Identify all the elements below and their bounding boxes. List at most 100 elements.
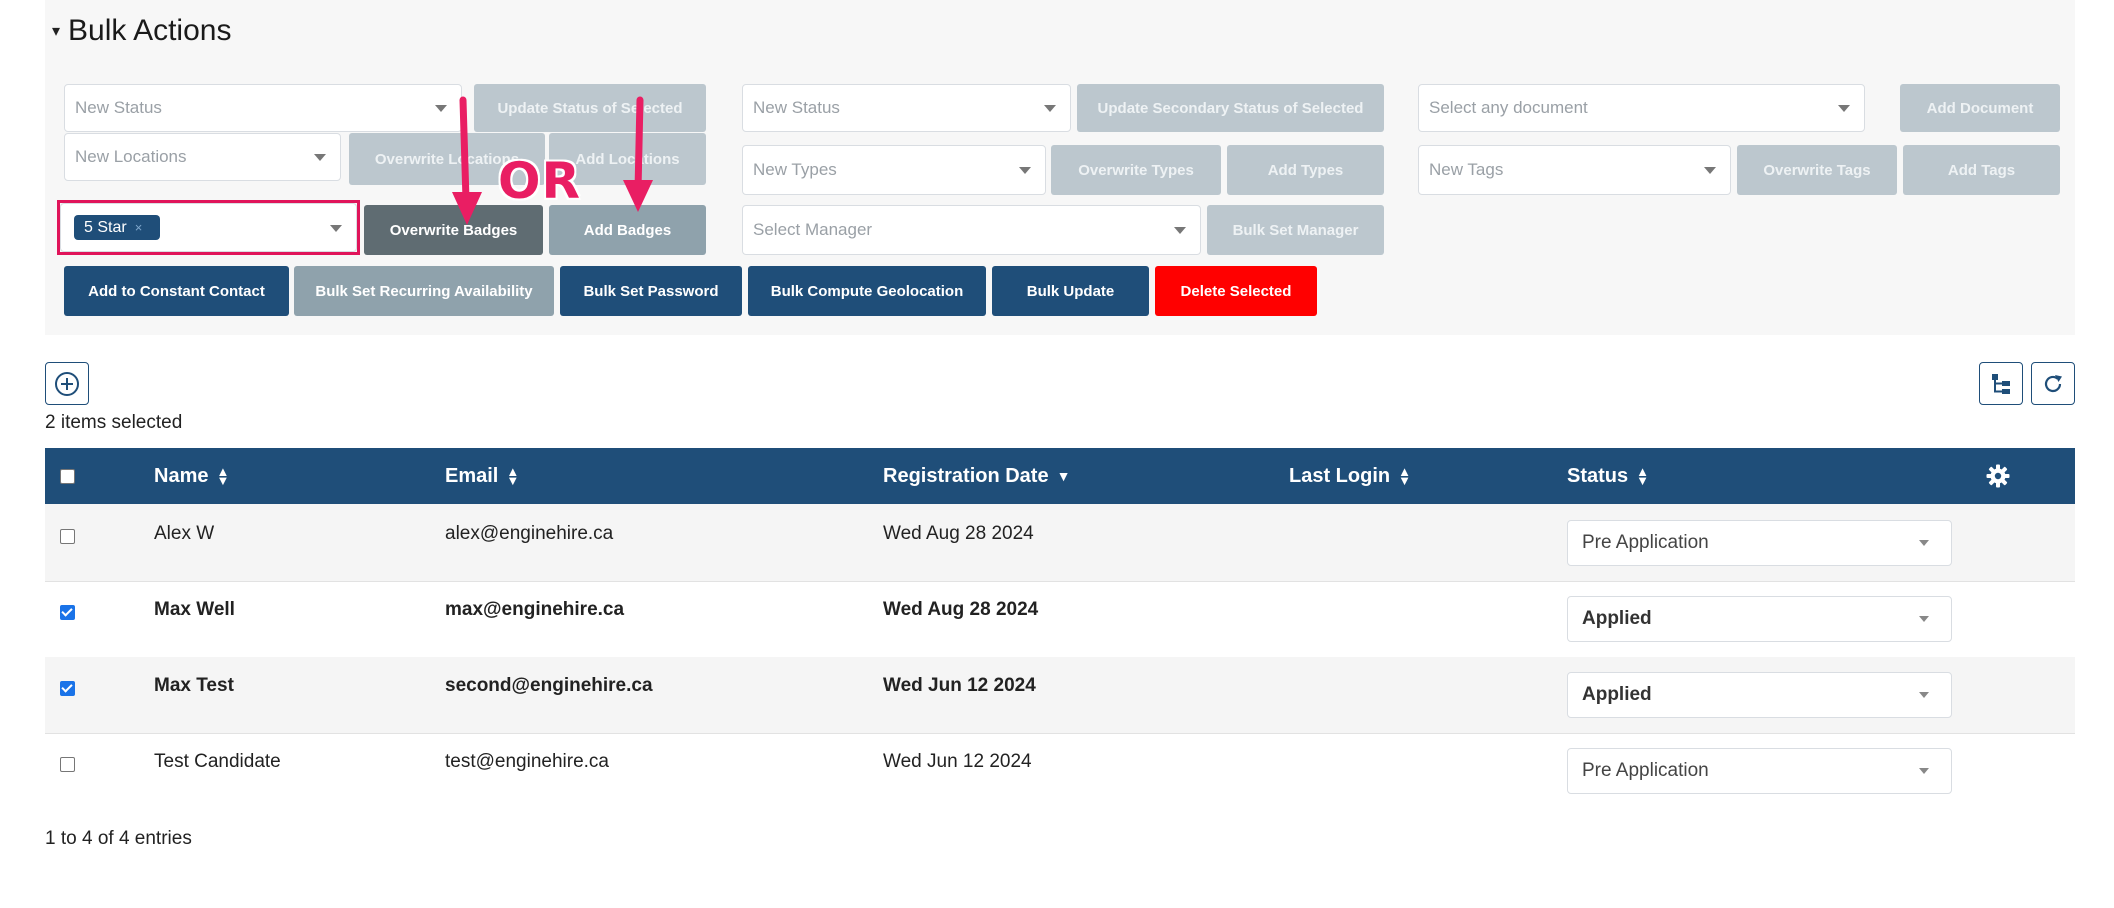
document-placeholder: Select any document — [1429, 98, 1588, 117]
column-last-login[interactable]: Last Login ▲ ▼ — [1289, 448, 1411, 504]
column-registration-date-label: Registration Date — [883, 464, 1049, 487]
new-tags-placeholder: New Tags — [1429, 160, 1504, 179]
add-to-constant-contact-button[interactable]: Add to Constant Contact — [64, 266, 289, 316]
new-locations-select[interactable]: New Locations — [64, 133, 341, 181]
chevron-down-icon — [1019, 167, 1031, 174]
add-button[interactable] — [45, 362, 89, 405]
column-last-login-label: Last Login — [1289, 464, 1391, 487]
bulk-update-button[interactable]: Bulk Update — [992, 266, 1149, 316]
column-settings[interactable] — [1985, 448, 2011, 504]
cell-registration-date: Wed Jun 12 2024 — [883, 675, 1036, 696]
new-locations-placeholder: New Locations — [75, 147, 187, 166]
overwrite-badges-button[interactable]: Overwrite Badges — [364, 205, 543, 255]
column-email-label: Email — [445, 464, 499, 487]
chevron-down-icon — [435, 105, 447, 112]
cell-email: max@enginehire.ca — [445, 599, 625, 620]
status-select[interactable]: Applied — [1567, 596, 1952, 642]
update-secondary-status-button[interactable]: Update Secondary Status of Selected — [1077, 84, 1384, 132]
sort-desc-icon: ▼ — [1056, 468, 1071, 484]
new-types-select[interactable]: New Types — [742, 145, 1046, 195]
column-status[interactable]: Status ▲ ▼ — [1567, 448, 1649, 504]
chevron-down-icon — [1919, 540, 1929, 546]
row-checkbox[interactable] — [60, 757, 75, 772]
status-select[interactable]: Pre Application — [1567, 748, 1952, 794]
status-select[interactable]: Applied — [1567, 672, 1952, 718]
status-value: Applied — [1582, 608, 1652, 629]
row-checkbox[interactable] — [60, 681, 75, 696]
table-row[interactable]: Alex W alex@enginehire.ca Wed Aug 28 202… — [45, 504, 2075, 582]
column-status-label: Status — [1567, 464, 1629, 487]
hierarchy-icon — [1992, 373, 2010, 394]
add-types-button[interactable]: Add Types — [1227, 145, 1384, 195]
bulk-set-manager-button[interactable]: Bulk Set Manager — [1207, 205, 1384, 255]
row-checkbox[interactable] — [60, 529, 75, 544]
column-email[interactable]: Email ▲ ▼ — [445, 448, 519, 504]
select-all-checkbox[interactable] — [60, 468, 75, 484]
selected-count-label: 2 items selected — [45, 412, 183, 433]
chevron-down-icon — [1838, 105, 1850, 112]
delete-selected-button[interactable]: Delete Selected — [1155, 266, 1317, 316]
chevron-down-icon — [1919, 768, 1929, 774]
bulk-actions-title: Bulk Actions — [68, 14, 232, 47]
hierarchy-button[interactable] — [1979, 362, 2023, 405]
cell-name: Max Well — [154, 599, 235, 620]
column-registration-date[interactable]: Registration Date ▼ — [883, 448, 1070, 504]
refresh-button[interactable] — [2031, 362, 2075, 405]
new-status-select[interactable]: New Status — [64, 84, 462, 132]
table-row[interactable]: Max Well max@enginehire.ca Wed Aug 28 20… — [45, 581, 2075, 658]
cell-email: second@enginehire.ca — [445, 675, 653, 696]
sort-icon: ▲ ▼ — [1636, 464, 1649, 488]
new-types-placeholder: New Types — [753, 160, 837, 179]
new-secondary-status-select[interactable]: New Status — [742, 84, 1071, 132]
sort-icon: ▲ ▼ — [1398, 464, 1411, 488]
chevron-down-icon — [1174, 227, 1186, 234]
bulk-set-recurring-availability-button[interactable]: Bulk Set Recurring Availability — [294, 266, 554, 316]
chevron-down-icon — [314, 154, 326, 161]
table-header: Name ▲ ▼ Email ▲ ▼ Registration Date ▼ Las… — [45, 448, 2075, 504]
sort-icon: ▲ ▼ — [506, 464, 520, 488]
gear-icon — [1986, 464, 2010, 488]
overwrite-types-button[interactable]: Overwrite Types — [1051, 145, 1221, 195]
add-badges-button[interactable]: Add Badges — [549, 205, 706, 255]
column-name[interactable]: Name ▲ ▼ — [154, 448, 229, 504]
status-select[interactable]: Pre Application — [1567, 520, 1952, 566]
add-tags-button[interactable]: Add Tags — [1903, 145, 2060, 195]
plus-circle-icon — [55, 371, 79, 396]
cell-email: alex@enginehire.ca — [445, 523, 614, 544]
bulk-compute-geolocation-button[interactable]: Bulk Compute Geolocation — [748, 266, 986, 316]
chevron-down-icon — [1704, 167, 1716, 174]
add-document-button[interactable]: Add Document — [1900, 84, 2060, 132]
row-checkbox[interactable] — [60, 605, 75, 620]
manager-placeholder: Select Manager — [753, 220, 873, 239]
status-value: Pre Application — [1582, 760, 1709, 781]
chevron-down-icon — [1044, 105, 1056, 112]
refresh-icon — [2044, 374, 2062, 392]
new-status-placeholder: New Status — [75, 98, 162, 117]
cell-name: Max Test — [154, 675, 234, 696]
table-row[interactable]: Test Candidate test@enginehire.ca Wed Ju… — [45, 733, 2075, 809]
status-value: Pre Application — [1582, 532, 1709, 553]
cell-name: Alex W — [154, 523, 215, 544]
column-name-label: Name — [154, 464, 209, 487]
table-row[interactable]: Max Test second@enginehire.ca Wed Jun 12… — [45, 657, 2075, 734]
bulk-set-password-button[interactable]: Bulk Set Password — [560, 266, 742, 316]
status-value: Applied — [1582, 684, 1652, 705]
secondary-status-placeholder: New Status — [753, 98, 840, 117]
bulk-actions-toggle[interactable]: ▾ Bulk Actions — [52, 14, 231, 48]
sort-icon: ▲ ▼ — [216, 464, 230, 488]
manager-select[interactable]: Select Manager — [742, 205, 1201, 255]
caret-down-icon: ▾ — [52, 23, 61, 40]
update-status-button[interactable]: Update Status of Selected — [474, 84, 706, 132]
cell-registration-date: Wed Aug 28 2024 — [883, 523, 1034, 544]
badges-highlight-box — [57, 200, 360, 255]
entries-info: 1 to 4 of 4 entries — [45, 828, 192, 849]
select-all-cell — [60, 448, 75, 504]
new-tags-select[interactable]: New Tags — [1418, 145, 1731, 195]
overwrite-tags-button[interactable]: Overwrite Tags — [1737, 145, 1897, 195]
chevron-down-icon — [1919, 616, 1929, 622]
cell-registration-date: Wed Jun 12 2024 — [883, 751, 1032, 772]
cell-name: Test Candidate — [154, 751, 281, 772]
document-select[interactable]: Select any document — [1418, 84, 1865, 132]
or-annotation: OR — [498, 152, 582, 210]
cell-email: test@enginehire.ca — [445, 751, 609, 772]
